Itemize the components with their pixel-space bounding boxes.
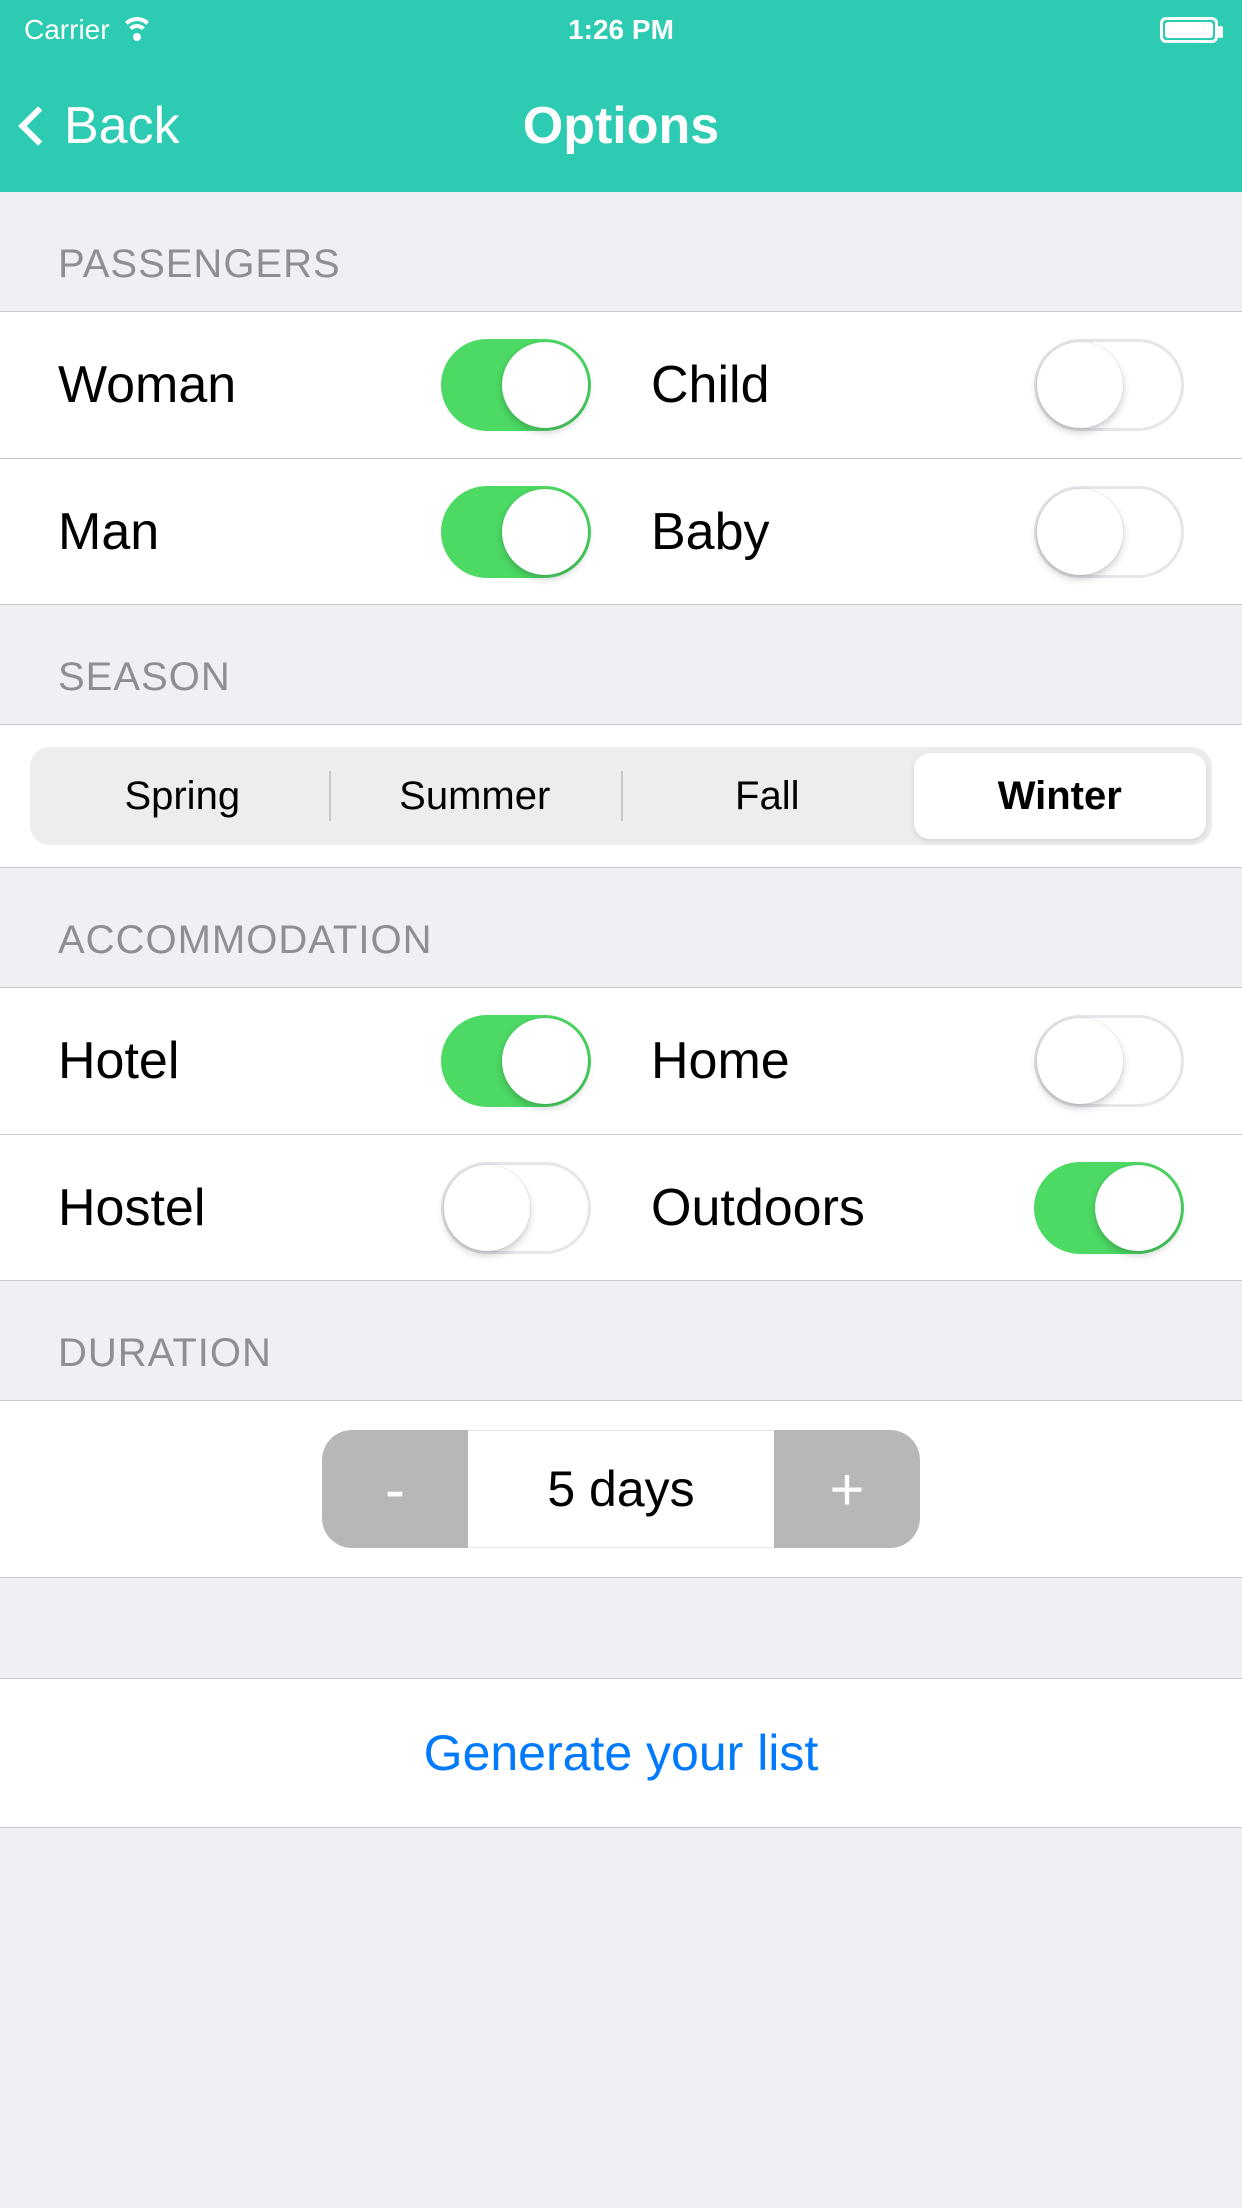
- season-group: Spring Summer Fall Winter: [0, 724, 1242, 868]
- baby-toggle[interactable]: [1034, 486, 1184, 578]
- carrier-label: Carrier: [24, 14, 110, 46]
- home-toggle[interactable]: [1034, 1015, 1184, 1107]
- hostel-label: Hostel: [58, 1178, 205, 1238]
- home-label: Home: [651, 1031, 790, 1091]
- back-label: Back: [64, 96, 180, 156]
- passengers-group: Woman Child Man Baby: [0, 311, 1242, 605]
- season-winter[interactable]: Winter: [914, 753, 1207, 839]
- man-label: Man: [58, 502, 159, 562]
- generate-group: Generate your list: [0, 1678, 1242, 1828]
- man-toggle[interactable]: [441, 486, 591, 578]
- section-header-season: SEASON: [0, 605, 1242, 724]
- passengers-row-2: Man Baby: [0, 458, 1242, 604]
- duration-value: 5 days: [468, 1430, 774, 1548]
- duration-increment-button[interactable]: +: [774, 1430, 920, 1548]
- outdoors-label: Outdoors: [651, 1178, 865, 1238]
- status-time: 1:26 PM: [568, 14, 674, 46]
- chevron-left-icon: [18, 106, 58, 146]
- nav-bar: Back Options: [0, 60, 1242, 192]
- accommodation-row-2: Hostel Outdoors: [0, 1134, 1242, 1280]
- duration-stepper: - 5 days +: [322, 1430, 920, 1548]
- child-label: Child: [651, 355, 770, 415]
- woman-toggle[interactable]: [441, 339, 591, 431]
- accommodation-group: Hotel Home Hostel Outdoors: [0, 987, 1242, 1281]
- status-bar: Carrier 1:26 PM: [0, 0, 1242, 60]
- season-fall[interactable]: Fall: [621, 753, 914, 839]
- generate-button[interactable]: Generate your list: [0, 1679, 1242, 1827]
- season-segmented-control: Spring Summer Fall Winter: [30, 747, 1212, 845]
- duration-decrement-button[interactable]: -: [322, 1430, 468, 1548]
- woman-label: Woman: [58, 355, 236, 415]
- hostel-toggle[interactable]: [441, 1162, 591, 1254]
- duration-group: - 5 days +: [0, 1400, 1242, 1578]
- section-header-passengers: PASSENGERS: [0, 192, 1242, 311]
- back-button[interactable]: Back: [24, 60, 180, 192]
- section-header-accommodation: ACCOMMODATION: [0, 868, 1242, 987]
- baby-label: Baby: [651, 502, 770, 562]
- accommodation-row-1: Hotel Home: [0, 988, 1242, 1134]
- hotel-toggle[interactable]: [441, 1015, 591, 1107]
- passengers-row-1: Woman Child: [0, 312, 1242, 458]
- outdoors-toggle[interactable]: [1034, 1162, 1184, 1254]
- season-spring[interactable]: Spring: [36, 753, 329, 839]
- season-summer[interactable]: Summer: [329, 753, 622, 839]
- battery-icon: [1160, 17, 1218, 43]
- hotel-label: Hotel: [58, 1031, 179, 1091]
- child-toggle[interactable]: [1034, 339, 1184, 431]
- wifi-icon: [120, 17, 154, 43]
- page-title: Options: [523, 96, 719, 156]
- section-header-duration: DURATION: [0, 1281, 1242, 1400]
